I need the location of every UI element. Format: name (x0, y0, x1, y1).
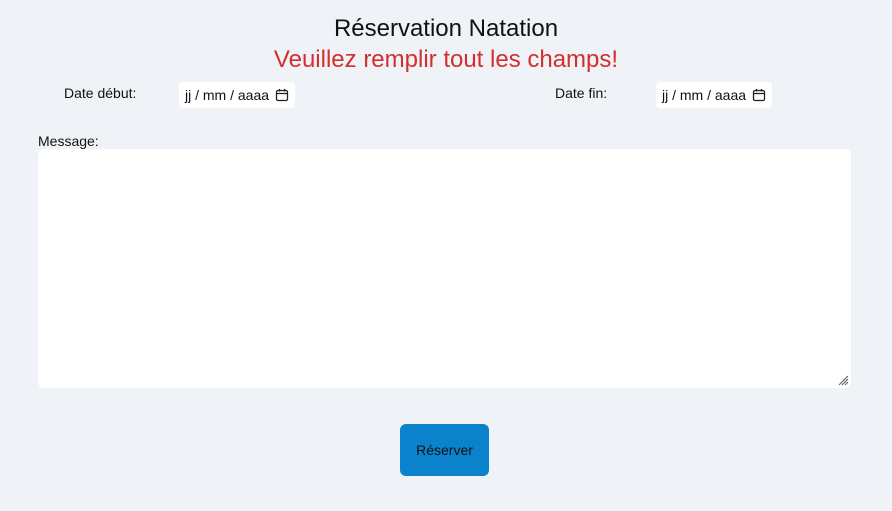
calendar-icon[interactable] (752, 88, 766, 102)
end-date-input[interactable]: jj / mm / aaaa (656, 82, 772, 108)
reserve-button[interactable]: Réserver (400, 424, 489, 476)
end-date-label: Date fin: (555, 85, 608, 101)
start-date-label: Date début: (64, 85, 137, 101)
error-message: Veuillez remplir tout les champs! (273, 46, 619, 73)
resize-grip-icon[interactable] (837, 374, 849, 386)
page-title: Réservation Natation (333, 15, 559, 42)
start-date-input[interactable]: jj / mm / aaaa (179, 82, 295, 108)
message-textarea[interactable] (38, 149, 851, 388)
start-date-placeholder: jj / mm / aaaa (185, 87, 270, 103)
end-date-placeholder: jj / mm / aaaa (662, 87, 747, 103)
calendar-icon[interactable] (275, 88, 289, 102)
message-label: Message: (38, 133, 99, 149)
